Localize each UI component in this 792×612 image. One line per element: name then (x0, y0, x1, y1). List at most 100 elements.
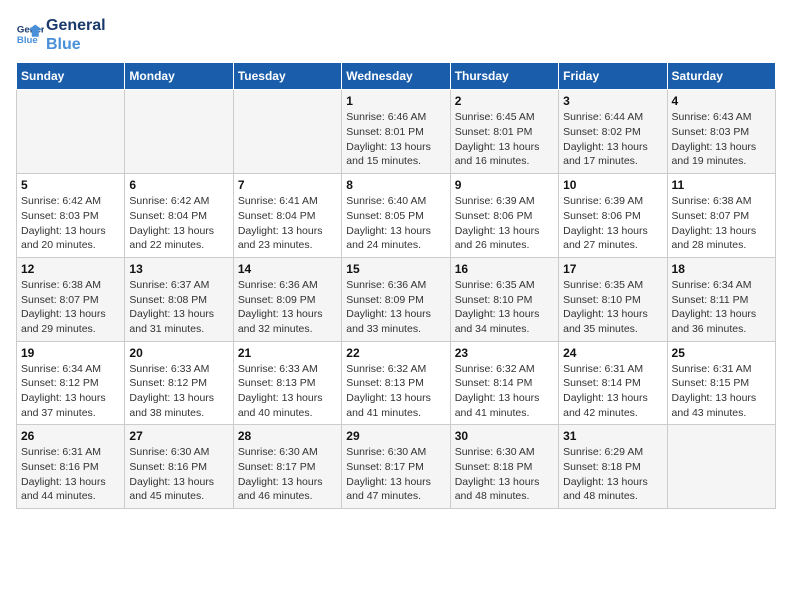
calendar-cell: 14 Sunrise: 6:36 AM Sunset: 8:09 PM Dayli… (233, 257, 341, 341)
day-info: Sunrise: 6:36 AM Sunset: 8:09 PM Dayligh… (238, 278, 337, 337)
calendar-cell: 11Sunrise: 6:38 AM Sunset: 8:07 PM Dayli… (667, 174, 775, 258)
day-number: 28 (238, 429, 337, 443)
calendar-cell: 18Sunrise: 6:34 AM Sunset: 8:11 PM Dayli… (667, 257, 775, 341)
calendar-cell: 20 Sunrise: 6:33 AM Sunset: 8:12 PM Dayli… (125, 341, 233, 425)
calendar-week-3: 12Sunrise: 6:38 AM Sunset: 8:07 PM Dayli… (17, 257, 776, 341)
day-number: 22 (346, 346, 445, 360)
calendar-cell: 7Sunrise: 6:41 AM Sunset: 8:04 PM Daylig… (233, 174, 341, 258)
day-info: Sunrise: 6:38 AM Sunset: 8:07 PM Dayligh… (21, 278, 120, 337)
calendar-cell: 9Sunrise: 6:39 AM Sunset: 8:06 PM Daylig… (450, 174, 558, 258)
day-info: Sunrise: 6:36 AM Sunset: 8:09 PM Dayligh… (346, 278, 445, 337)
day-info: Sunrise: 6:42 AM Sunset: 8:03 PM Dayligh… (21, 194, 120, 253)
logo-icon: General Blue (16, 21, 44, 49)
calendar-cell: 6 Sunrise: 6:42 AM Sunset: 8:04 PM Daylig… (125, 174, 233, 258)
day-number: 29 (346, 429, 445, 443)
calendar-cell: 5Sunrise: 6:42 AM Sunset: 8:03 PM Daylig… (17, 174, 125, 258)
calendar-cell: 30 Sunrise: 6:30 AM Sunset: 8:18 PM Dayli… (450, 425, 558, 509)
day-number: 30 (455, 429, 554, 443)
day-info: Sunrise: 6:46 AM Sunset: 8:01 PM Dayligh… (346, 110, 445, 169)
calendar-cell: 19 Sunrise: 6:34 AM Sunset: 8:12 PM Dayli… (17, 341, 125, 425)
day-number: 24 (563, 346, 662, 360)
day-info: Sunrise: 6:29 AM Sunset: 8:18 PM Dayligh… (563, 445, 662, 504)
day-info: Sunrise: 6:42 AM Sunset: 8:04 PM Dayligh… (129, 194, 228, 253)
day-number: 31 (563, 429, 662, 443)
day-number: 13 (129, 262, 228, 276)
calendar-cell: 16 Sunrise: 6:35 AM Sunset: 8:10 PM Dayli… (450, 257, 558, 341)
calendar-week-5: 26 Sunrise: 6:31 AM Sunset: 8:16 PM Dayli… (17, 425, 776, 509)
day-number: 1 (346, 94, 445, 108)
calendar-cell: 26 Sunrise: 6:31 AM Sunset: 8:16 PM Dayli… (17, 425, 125, 509)
day-number: 26 (21, 429, 120, 443)
day-number: 27 (129, 429, 228, 443)
day-number: 20 (129, 346, 228, 360)
calendar-cell: 28 Sunrise: 6:30 AM Sunset: 8:17 PM Dayli… (233, 425, 341, 509)
calendar-cell: 25Sunrise: 6:31 AM Sunset: 8:15 PM Dayli… (667, 341, 775, 425)
day-info: Sunrise: 6:30 AM Sunset: 8:18 PM Dayligh… (455, 445, 554, 504)
day-info: Sunrise: 6:33 AM Sunset: 8:13 PM Dayligh… (238, 362, 337, 421)
day-info: Sunrise: 6:30 AM Sunset: 8:17 PM Dayligh… (238, 445, 337, 504)
calendar-cell: 8 Sunrise: 6:40 AM Sunset: 8:05 PM Daylig… (342, 174, 450, 258)
day-number: 16 (455, 262, 554, 276)
day-info: Sunrise: 6:41 AM Sunset: 8:04 PM Dayligh… (238, 194, 337, 253)
calendar-header: SundayMondayTuesdayWednesdayThursdayFrid… (17, 63, 776, 90)
calendar-cell: 2 Sunrise: 6:45 AM Sunset: 8:01 PM Daylig… (450, 90, 558, 174)
weekday-wednesday: Wednesday (342, 63, 450, 90)
day-info: Sunrise: 6:30 AM Sunset: 8:17 PM Dayligh… (346, 445, 445, 504)
day-info: Sunrise: 6:35 AM Sunset: 8:10 PM Dayligh… (455, 278, 554, 337)
calendar-body: 1 Sunrise: 6:46 AM Sunset: 8:01 PM Daylig… (17, 90, 776, 509)
calendar-cell: 1 Sunrise: 6:46 AM Sunset: 8:01 PM Daylig… (342, 90, 450, 174)
day-number: 9 (455, 178, 554, 192)
calendar-cell: 17Sunrise: 6:35 AM Sunset: 8:10 PM Dayli… (559, 257, 667, 341)
calendar-cell: 27Sunrise: 6:30 AM Sunset: 8:16 PM Dayli… (125, 425, 233, 509)
day-info: Sunrise: 6:37 AM Sunset: 8:08 PM Dayligh… (129, 278, 228, 337)
calendar-cell: 4Sunrise: 6:43 AM Sunset: 8:03 PM Daylig… (667, 90, 775, 174)
calendar-cell: 10 Sunrise: 6:39 AM Sunset: 8:06 PM Dayli… (559, 174, 667, 258)
calendar-cell: 21 Sunrise: 6:33 AM Sunset: 8:13 PM Dayli… (233, 341, 341, 425)
calendar-cell: 23 Sunrise: 6:32 AM Sunset: 8:14 PM Dayli… (450, 341, 558, 425)
day-info: Sunrise: 6:40 AM Sunset: 8:05 PM Dayligh… (346, 194, 445, 253)
day-info: Sunrise: 6:32 AM Sunset: 8:13 PM Dayligh… (346, 362, 445, 421)
day-info: Sunrise: 6:44 AM Sunset: 8:02 PM Dayligh… (563, 110, 662, 169)
calendar-cell: 12Sunrise: 6:38 AM Sunset: 8:07 PM Dayli… (17, 257, 125, 341)
day-number: 2 (455, 94, 554, 108)
calendar-cell: 24 Sunrise: 6:31 AM Sunset: 8:14 PM Dayli… (559, 341, 667, 425)
weekday-header-row: SundayMondayTuesdayWednesdayThursdayFrid… (17, 63, 776, 90)
day-number: 23 (455, 346, 554, 360)
day-number: 6 (129, 178, 228, 192)
logo-text-general: General (46, 16, 106, 35)
day-info: Sunrise: 6:39 AM Sunset: 8:06 PM Dayligh… (563, 194, 662, 253)
day-number: 3 (563, 94, 662, 108)
page-header: General Blue General Blue (16, 16, 776, 54)
day-number: 19 (21, 346, 120, 360)
day-info: Sunrise: 6:34 AM Sunset: 8:12 PM Dayligh… (21, 362, 120, 421)
calendar-cell: 15Sunrise: 6:36 AM Sunset: 8:09 PM Dayli… (342, 257, 450, 341)
day-info: Sunrise: 6:34 AM Sunset: 8:11 PM Dayligh… (672, 278, 771, 337)
calendar-week-2: 5Sunrise: 6:42 AM Sunset: 8:03 PM Daylig… (17, 174, 776, 258)
calendar-cell (233, 90, 341, 174)
day-number: 17 (563, 262, 662, 276)
weekday-thursday: Thursday (450, 63, 558, 90)
day-info: Sunrise: 6:31 AM Sunset: 8:14 PM Dayligh… (563, 362, 662, 421)
calendar-cell: 22 Sunrise: 6:32 AM Sunset: 8:13 PM Dayli… (342, 341, 450, 425)
day-info: Sunrise: 6:31 AM Sunset: 8:16 PM Dayligh… (21, 445, 120, 504)
day-number: 14 (238, 262, 337, 276)
day-number: 21 (238, 346, 337, 360)
weekday-friday: Friday (559, 63, 667, 90)
weekday-tuesday: Tuesday (233, 63, 341, 90)
calendar-cell: 29 Sunrise: 6:30 AM Sunset: 8:17 PM Dayli… (342, 425, 450, 509)
day-info: Sunrise: 6:32 AM Sunset: 8:14 PM Dayligh… (455, 362, 554, 421)
calendar-cell (125, 90, 233, 174)
calendar-cell: 13 Sunrise: 6:37 AM Sunset: 8:08 PM Dayli… (125, 257, 233, 341)
day-info: Sunrise: 6:31 AM Sunset: 8:15 PM Dayligh… (672, 362, 771, 421)
svg-text:General: General (17, 25, 44, 36)
day-info: Sunrise: 6:45 AM Sunset: 8:01 PM Dayligh… (455, 110, 554, 169)
calendar-week-4: 19 Sunrise: 6:34 AM Sunset: 8:12 PM Dayli… (17, 341, 776, 425)
logo-text-blue: Blue (46, 35, 106, 54)
day-info: Sunrise: 6:43 AM Sunset: 8:03 PM Dayligh… (672, 110, 771, 169)
day-number: 8 (346, 178, 445, 192)
day-info: Sunrise: 6:33 AM Sunset: 8:12 PM Dayligh… (129, 362, 228, 421)
day-info: Sunrise: 6:38 AM Sunset: 8:07 PM Dayligh… (672, 194, 771, 253)
day-number: 10 (563, 178, 662, 192)
calendar-cell (667, 425, 775, 509)
calendar-cell: 3 Sunrise: 6:44 AM Sunset: 8:02 PM Daylig… (559, 90, 667, 174)
